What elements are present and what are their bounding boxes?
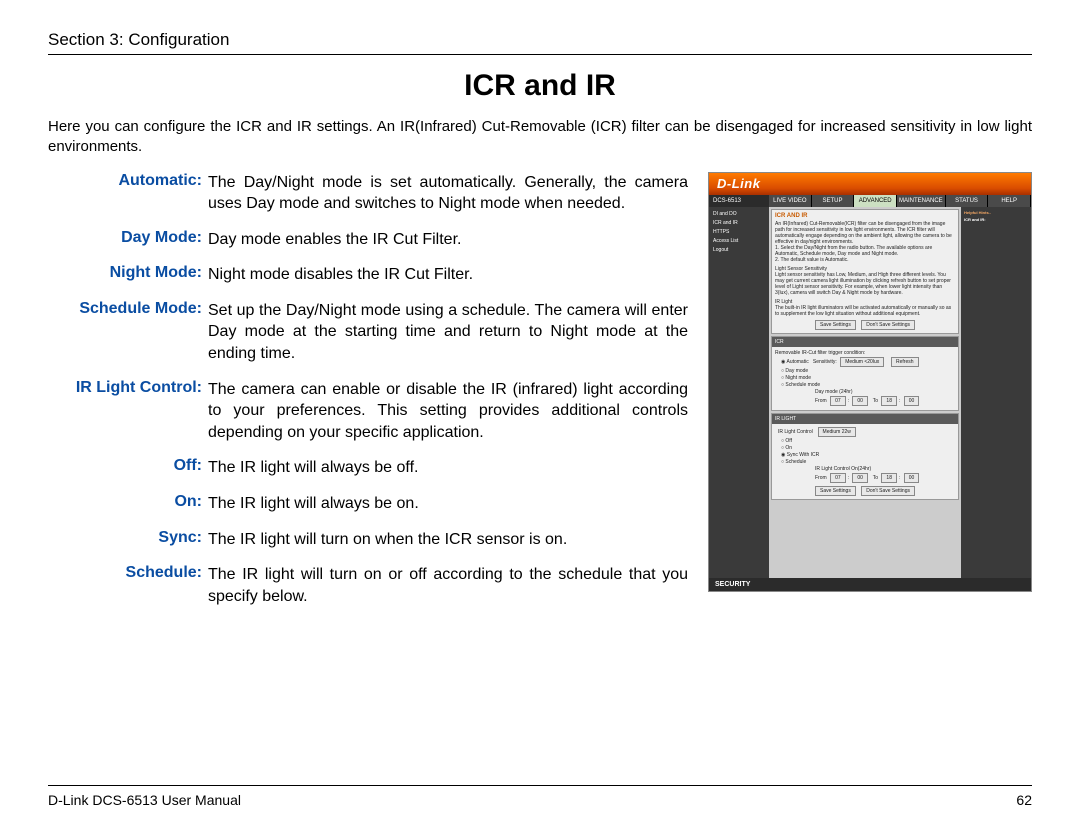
icr-sched-label: Day mode (24hr) <box>815 389 955 395</box>
definition-row: Day Mode:Day mode enables the IR Cut Fil… <box>48 229 688 251</box>
sidenav-item[interactable]: Access List <box>713 238 765 244</box>
ls-body: Light sensor sensitivity has Low, Medium… <box>775 272 955 296</box>
definitions-column: Automatic:The Day/Night mode is set auto… <box>48 172 688 622</box>
radio-day[interactable]: ○ Day mode <box>781 368 955 374</box>
definition-row: On:The IR light will always be on. <box>48 493 688 515</box>
definition-desc: The IR light will always be off. <box>208 457 688 479</box>
definition-label: On: <box>48 493 208 515</box>
sidenav-item[interactable]: ICR and IR <box>713 220 765 226</box>
page-footer: D-Link DCS-6513 User Manual 62 <box>48 785 1032 808</box>
tab-setup[interactable]: SETUP <box>812 195 855 207</box>
definition-label: Schedule: <box>48 564 208 607</box>
top-tab-row: DCS-6513 LIVE VIDEOSETUPADVANCEDMAINTENA… <box>709 195 1031 207</box>
definition-row: Automatic:The Day/Night mode is set auto… <box>48 172 688 215</box>
definition-row: Schedule:The IR light will turn on or of… <box>48 564 688 607</box>
definition-desc: The IR light will turn on or off accordi… <box>208 564 688 607</box>
panel-intro-title: ICR AND IR <box>775 213 955 219</box>
icr-to-m[interactable]: 00 <box>904 396 920 406</box>
definition-label: Day Mode: <box>48 229 208 251</box>
panel-icr: ICR Removable IR-Cut filter trigger cond… <box>771 336 959 411</box>
radio-night[interactable]: ○ Night mode <box>781 375 955 381</box>
icr-to-h[interactable]: 18 <box>881 396 897 406</box>
radio-automatic[interactable]: ◉ Automatic Sensitivity: Medium <20lux R… <box>781 357 955 367</box>
ir-to-m[interactable]: 00 <box>904 473 920 483</box>
ir-sched-time: From 07: 00 To 18: 00 <box>815 473 955 483</box>
security-footer: SECURITY <box>709 578 1031 591</box>
radio-ir-sync[interactable]: ◉ Sync With ICR <box>781 452 955 458</box>
section-header: Section 3: Configuration <box>48 30 1032 55</box>
irlight-ctrl-select[interactable]: Medium 22w <box>818 427 856 437</box>
ir-dont-save-button[interactable]: Don't Save Settings <box>861 486 915 496</box>
ir-from-m[interactable]: 00 <box>852 473 868 483</box>
sensitivity-select[interactable]: Medium <20lux <box>840 357 884 367</box>
refresh-button[interactable]: Refresh <box>891 357 919 367</box>
ir-save-button[interactable]: Save Settings <box>815 486 856 496</box>
center-column: ICR AND IR An IR(Infrared) Cut-Removable… <box>769 207 961 578</box>
definition-label: Sync: <box>48 529 208 551</box>
side-nav: DI and DO ICR and IR HTTPS Access List Logou… <box>709 207 769 578</box>
mid-area: DI and DO ICR and IR HTTPS Access List Logou… <box>709 207 1031 578</box>
body-row: Automatic:The Day/Night mode is set auto… <box>48 172 1032 622</box>
definition-desc: Night mode disables the IR Cut Filter. <box>208 264 688 286</box>
definition-row: Sync:The IR light will turn on when the … <box>48 529 688 551</box>
definition-desc: The Day/Night mode is set automatically.… <box>208 172 688 215</box>
definition-desc: The camera can enable or disable the IR … <box>208 379 688 444</box>
radio-ir-off[interactable]: ○ Off <box>781 438 955 444</box>
definition-label: IR Light Control: <box>48 379 208 444</box>
definition-desc: The IR light will always be on. <box>208 493 688 515</box>
irtxt-body: The built-in IR light illuminators will … <box>775 305 955 317</box>
tab-status[interactable]: STATUS <box>946 195 989 207</box>
footer-left: D-Link DCS-6513 User Manual <box>48 792 241 808</box>
dont-save-button[interactable]: Don't Save Settings <box>861 320 915 330</box>
sidenav-item[interactable]: DI and DO <box>713 211 765 217</box>
intro-paragraph: Here you can configure the ICR and IR se… <box>48 117 1032 158</box>
definition-row: Schedule Mode:Set up the Day/Night mode … <box>48 300 688 365</box>
icr-from-h[interactable]: 07 <box>830 396 846 406</box>
admin-screenshot: D-Link DCS-6513 LIVE VIDEOSETUPADVANCEDM… <box>708 172 1032 592</box>
radio-schedule[interactable]: ○ Schedule mode <box>781 382 955 388</box>
icr-sched-time: From 07: 00 To 18: 00 <box>815 396 955 406</box>
save-button[interactable]: Save Settings <box>815 320 856 330</box>
definition-row: Night Mode:Night mode disables the IR Cu… <box>48 264 688 286</box>
definition-desc: The IR light will turn on when the ICR s… <box>208 529 688 551</box>
page-title: ICR and IR <box>48 69 1032 103</box>
definition-label: Night Mode: <box>48 264 208 286</box>
definition-desc: Day mode enables the IR Cut Filter. <box>208 229 688 251</box>
definition-row: IR Light Control:The camera can enable o… <box>48 379 688 444</box>
panel-intro: ICR AND IR An IR(Infrared) Cut-Removable… <box>771 209 959 334</box>
brand-bar: D-Link <box>709 173 1031 195</box>
sidenav-item[interactable]: HTTPS <box>713 229 765 235</box>
panel-irlight-title: IR LIGHT <box>772 414 958 424</box>
definition-row: Off:The IR light will always be off. <box>48 457 688 479</box>
panel-icr-title: ICR <box>772 337 958 347</box>
ir-to-h[interactable]: 18 <box>881 473 897 483</box>
radio-ir-on[interactable]: ○ On <box>781 445 955 451</box>
definition-desc: Set up the Day/Night mode using a schedu… <box>208 300 688 365</box>
radio-ir-schedule[interactable]: ○ Schedule <box>781 459 955 465</box>
model-label: DCS-6513 <box>709 195 769 207</box>
icr-from-m[interactable]: 00 <box>852 396 868 406</box>
tab-maintenance[interactable]: MAINTENANCE <box>897 195 946 207</box>
definition-label: Off: <box>48 457 208 479</box>
tab-help[interactable]: HELP <box>988 195 1031 207</box>
sidenav-item[interactable]: Logout <box>713 247 765 253</box>
ir-sched-label: IR Light Control On(24hr) <box>815 466 955 472</box>
panel-intro-body: An IR(Infrared) Cut-Removable(ICR) filte… <box>775 221 955 263</box>
ir-from-h[interactable]: 07 <box>830 473 846 483</box>
panel-irlight: IR LIGHT IR Light Control Medium 22w ○ O… <box>771 413 959 500</box>
help-sidebar: Helpful Hints.. ICR and IR: <box>961 207 1031 578</box>
definition-label: Automatic: <box>48 172 208 215</box>
definition-label: Schedule Mode: <box>48 300 208 365</box>
footer-page-number: 62 <box>1016 792 1032 808</box>
tab-live-video[interactable]: LIVE VIDEO <box>769 195 812 207</box>
irlight-ctrl-row: IR Light Control Medium 22w <box>778 427 955 437</box>
icr-cond: Removable IR-Cut filter trigger conditio… <box>775 350 955 356</box>
tab-advanced[interactable]: ADVANCED <box>854 195 897 207</box>
